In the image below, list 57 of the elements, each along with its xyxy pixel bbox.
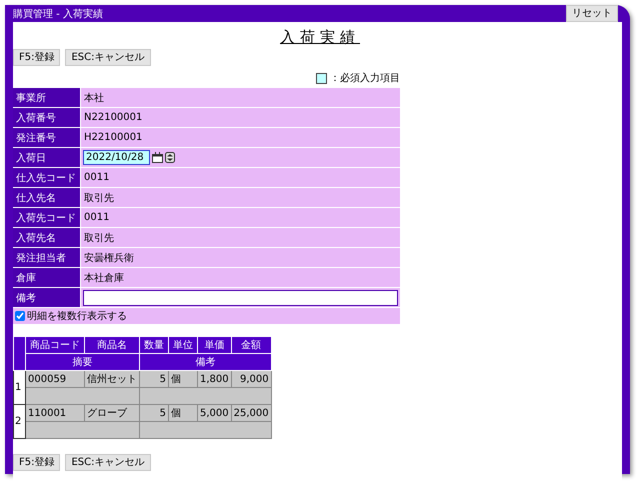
field-value: N22100001 <box>83 111 142 125</box>
table-cell: 000059 <box>26 370 84 388</box>
field-value: 本社倉庫 <box>83 272 124 286</box>
field-label: 倉庫 <box>13 268 81 287</box>
table-cell: 110001 <box>26 404 84 422</box>
field-label: 入荷番号 <box>13 108 81 127</box>
column-header: 金額 <box>231 336 272 354</box>
column-header: 単位 <box>168 336 198 354</box>
table-cell: 1,800 <box>198 370 232 388</box>
spinner-icon[interactable] <box>165 152 175 163</box>
field-label: 入荷先名 <box>13 228 81 247</box>
row-number: 2 <box>14 404 26 438</box>
table-cell: 5 <box>140 404 168 422</box>
field-value: 0011 <box>83 171 110 185</box>
table-cell: 9,000 <box>231 370 272 388</box>
table-cell: 個 <box>168 404 198 422</box>
column-header: 数量 <box>140 336 168 354</box>
column-header: 備考 <box>140 354 272 370</box>
column-header: 単価 <box>198 336 232 354</box>
field-label: 入荷先コード <box>13 208 81 227</box>
column-header: 摘要 <box>26 354 140 370</box>
window-title: 購買管理 - 入荷実績 <box>13 8 103 20</box>
table-cell: 5,000 <box>198 404 232 422</box>
table-cell: 25,000 <box>231 404 272 422</box>
field-value: 取引先 <box>83 192 114 206</box>
field-value: 0011 <box>83 211 110 225</box>
remarks-field[interactable] <box>83 290 398 306</box>
table-cell: 5 <box>140 370 168 388</box>
column-header: 商品名 <box>84 336 140 354</box>
register-button[interactable]: F5:登録 <box>13 454 60 471</box>
cancel-button[interactable]: ESC:キャンセル <box>65 49 151 66</box>
field-label: 仕入先コード <box>13 168 81 187</box>
field-label: 事業所 <box>13 88 81 107</box>
required-swatch <box>316 72 327 84</box>
field-label: 発注担当者 <box>13 248 81 267</box>
cancel-button[interactable]: ESC:キャンセル <box>65 454 151 471</box>
row-number: 1 <box>14 370 26 404</box>
field-value: H22100001 <box>83 131 142 145</box>
field-value: 本社 <box>83 92 104 106</box>
reset-button[interactable]: リセット <box>566 5 618 22</box>
page-heading: 入荷実績 <box>279 28 360 47</box>
field-label: 入荷日 <box>13 148 81 167</box>
date-field[interactable]: 2022/10/28 <box>83 150 150 165</box>
field-value: 取引先 <box>83 232 114 246</box>
checkbox-label: 明細を複数行表示する <box>27 310 127 323</box>
multiline-checkbox[interactable] <box>15 311 25 321</box>
calendar-icon[interactable] <box>152 152 163 163</box>
legend-text: ：必須入力項目 <box>330 72 400 85</box>
field-label: 発注番号 <box>13 128 81 147</box>
table-cell: 個 <box>168 370 198 388</box>
field-label: 仕入先名 <box>13 188 81 207</box>
table-cell: グローブ <box>84 404 140 422</box>
field-label: 備考 <box>13 288 81 307</box>
register-button[interactable]: F5:登録 <box>13 49 60 66</box>
table-cell: 信州セット <box>84 370 140 388</box>
field-value: 安曇権兵衛 <box>83 252 134 266</box>
column-header: 商品コード <box>26 336 84 354</box>
